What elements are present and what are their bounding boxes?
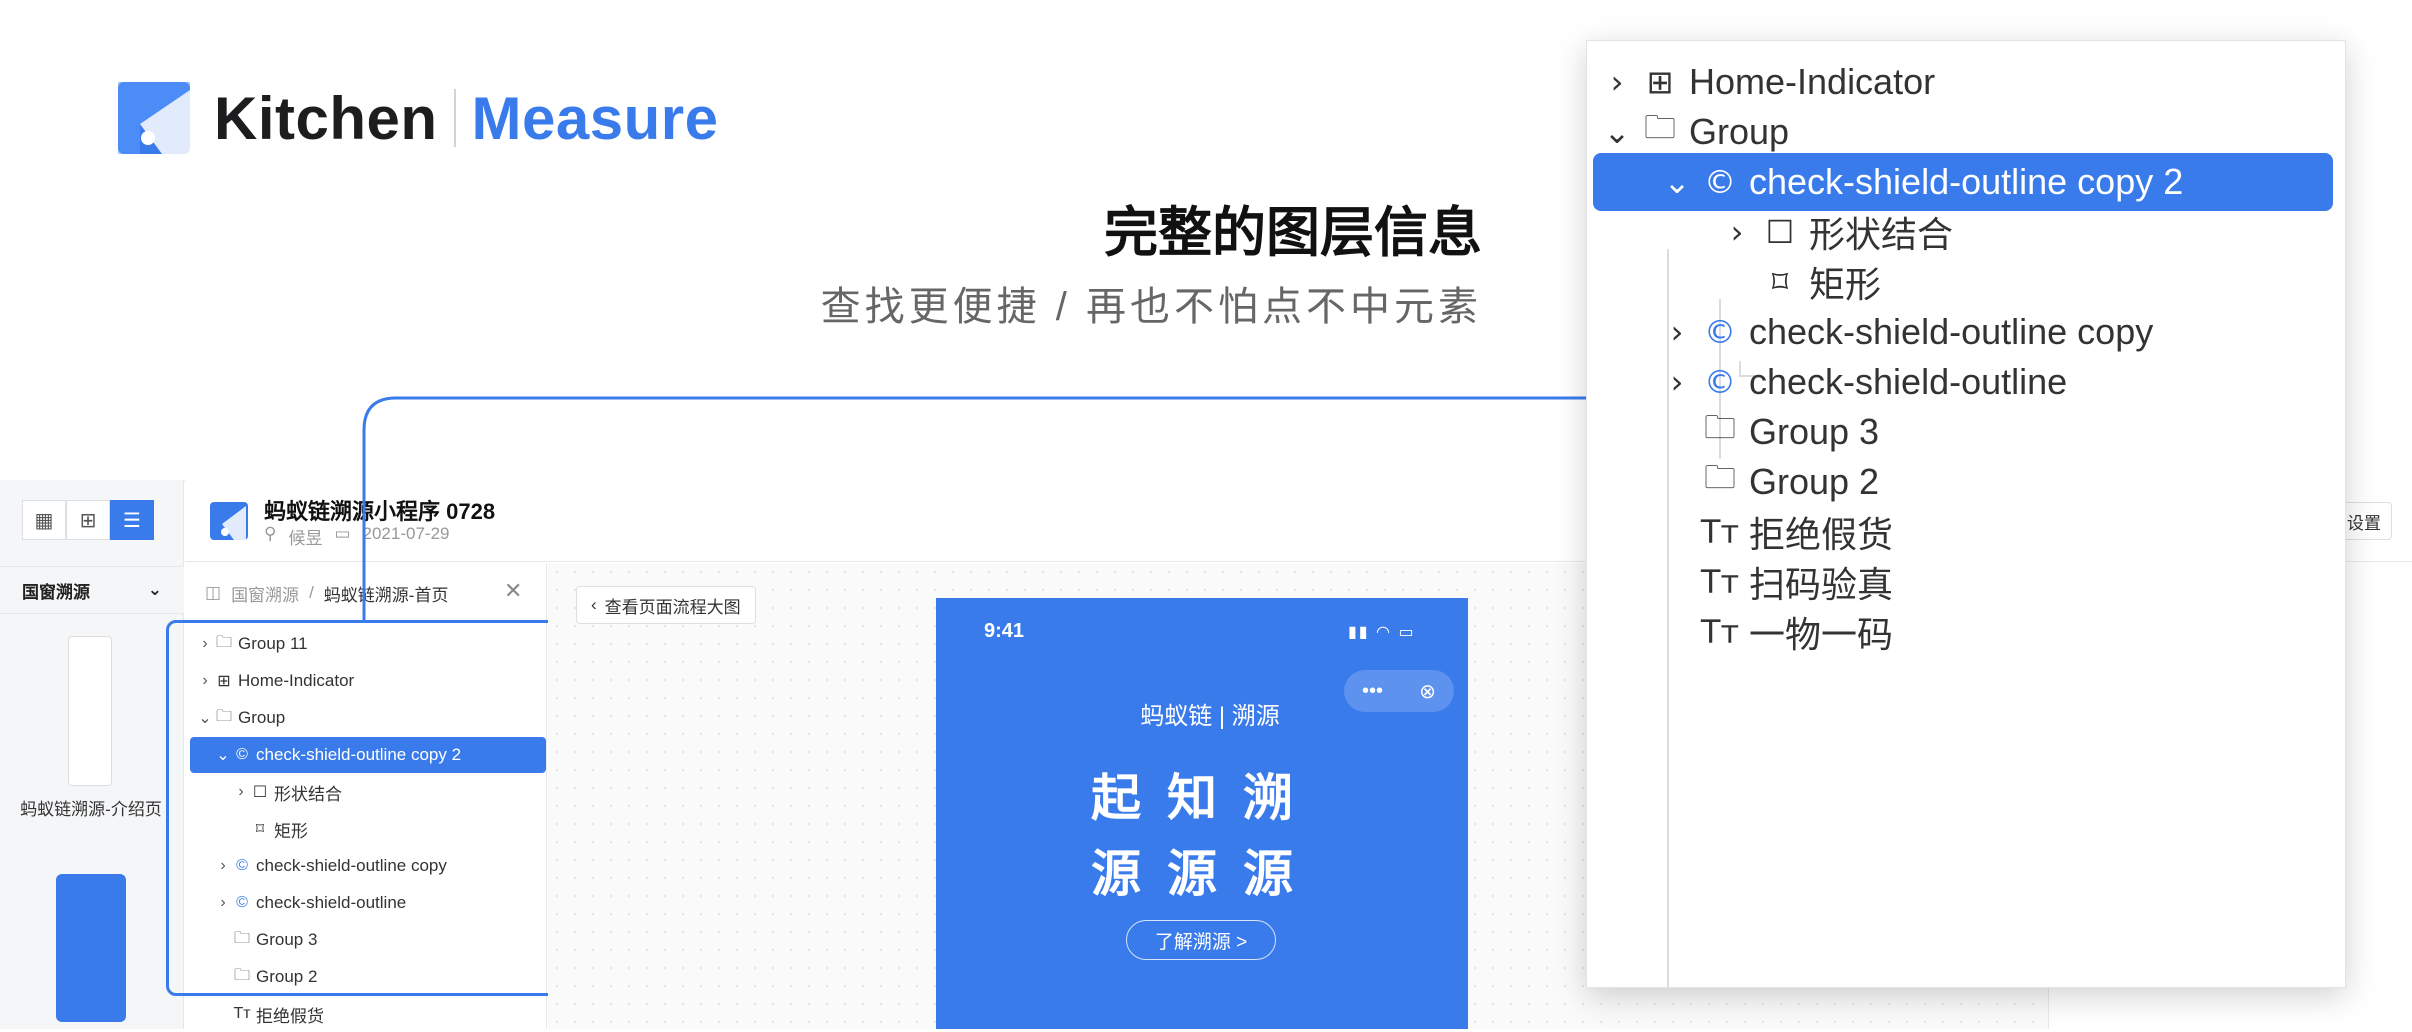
tree-row-label: check-shield-outline copy 2 (1749, 161, 2184, 202)
breadcrumb-current: 蚂蚁链溯源-首页 (323, 585, 449, 605)
chevron-down-icon: ⌄ (147, 580, 162, 599)
square-icon: ☐ (1765, 213, 1795, 251)
slogan-line-2: 源源源 (1091, 846, 1319, 902)
tree-row-label: check-shield-outline (1749, 361, 2068, 402)
calendar-icon: ▭ (334, 524, 351, 543)
tree-row-label: 扫码验真 (1749, 564, 1894, 605)
chevron-right-icon[interactable]: › (1657, 313, 1697, 351)
text-icon: Tт (1700, 613, 1740, 651)
symbol-icon: © (1704, 313, 1736, 351)
phone-slogan: 起知溯 源源源 (1070, 760, 1340, 912)
flow-diagram-label: 查看页面流程大图 (604, 597, 741, 617)
text-icon: Tт (1700, 563, 1740, 601)
tree-row[interactable]: Tт 扫码验真 (1587, 557, 2347, 607)
project-meta: ⚲ 候昱 ▭ 2021-07-29 (264, 524, 449, 549)
chevron-right-icon[interactable]: › (1657, 363, 1697, 401)
component-icon: ⊞ (1646, 63, 1674, 101)
tree-row-label: 形状结合 (1809, 214, 1954, 255)
text-icon: Tт (233, 1005, 251, 1022)
close-icon[interactable]: ✕ (504, 578, 522, 604)
chevron-right-icon[interactable]: › (1597, 63, 1637, 101)
list-view-icon[interactable]: ☰ (110, 500, 154, 540)
tree-row[interactable]: Tт 拒绝假货 (1587, 507, 2347, 557)
view-toggle: ▦ ⊞ ☰ (22, 500, 154, 540)
tree-row-label: 拒绝假货 (1749, 514, 1894, 555)
rect-icon: ⌑ (1771, 263, 1789, 301)
flow-diagram-button[interactable]: ‹ 查看页面流程大图 (576, 586, 756, 624)
phone-time: 9:41 (984, 620, 1025, 642)
chevron-right-icon[interactable]: › (1717, 213, 1757, 251)
highlight-frame (166, 620, 562, 996)
tree-row-label: 一物一码 (1749, 614, 1894, 655)
tree-row-label: Group 2 (1749, 461, 1880, 502)
folder-icon: 🗀 (1703, 458, 1736, 496)
tree-row[interactable]: › © check-shield-outline copy (1587, 307, 2347, 357)
hero-title: 完整的图层信息 (1104, 203, 1482, 263)
project-author: 候昱 (288, 529, 323, 548)
phone-brand: 蚂蚁链 | 溯源 (1140, 703, 1280, 730)
tree-row-label: Group 3 (1749, 411, 1880, 452)
tree-row[interactable]: › ☐ 形状结合 (1587, 207, 2347, 257)
kitchen-logo-icon (118, 82, 190, 154)
learn-more-button[interactable]: 了解溯源 > (1126, 920, 1276, 960)
table-view-icon[interactable]: ▦ (22, 500, 66, 540)
brand-wordmark: Kitchen Measure (214, 80, 719, 156)
symbol-icon: © (1704, 163, 1736, 201)
chevron-left-icon: ‹ (591, 595, 597, 614)
tree-row[interactable]: › © check-shield-outline (1587, 357, 2347, 407)
miniapp-capsule[interactable]: ••• ⊗ (1344, 670, 1454, 712)
chevron-down-icon[interactable]: ⌄ (1657, 163, 1697, 201)
slogan-line-1: 起知溯 (1091, 770, 1319, 826)
text-icon: Tт (1700, 513, 1740, 551)
tree-row-label: Home-Indicator (1689, 61, 1936, 102)
tree-row-label: 拒绝假货 (256, 1006, 324, 1026)
project-logo-icon (210, 502, 248, 540)
layer-tree-callout: › ⊞ Home-Indicator ⌄ 🗀 Group ⌄ © check-shield-ou… (1586, 40, 2346, 988)
tree-row[interactable]: Tт 一物一码 (1587, 607, 2347, 657)
more-icon[interactable]: ••• (1362, 680, 1383, 703)
breadcrumb-separator: / (309, 583, 314, 602)
page-thumbnail[interactable] (68, 636, 112, 786)
close-circle-icon[interactable]: ⊗ (1419, 679, 1436, 704)
tree-row-label: check-shield-outline copy (1749, 311, 2154, 352)
symbol-icon: © (1704, 363, 1736, 401)
tree-row-label: 矩形 (1809, 264, 1882, 305)
folder-icon: 🗀 (1703, 408, 1736, 446)
page-thumbnail-caption: 蚂蚁链溯源-介绍页 (20, 800, 162, 819)
breadcrumb: ◫ 国窗溯源 / 蚂蚁链溯源-首页 (185, 563, 547, 623)
author-icon: ⚲ (264, 524, 277, 543)
group-select-value: 国窗溯源 (22, 582, 90, 602)
project-title: 蚂蚁链溯源小程序 0728 (264, 499, 496, 524)
folder-icon: 🗀 (1643, 108, 1676, 146)
brand-product: Measure (471, 84, 719, 152)
brand-divider (453, 89, 456, 147)
project-date: 2021-07-29 (362, 524, 450, 543)
chevron-down-icon[interactable]: ⌄ (1597, 113, 1637, 151)
group-select[interactable]: 国窗溯源 ⌄ (0, 566, 184, 614)
tree-row-label: Group (1689, 111, 1790, 152)
tree-row[interactable]: › ⊞ Home-Indicator (1587, 57, 2347, 107)
hero-subtitle: 查找更便捷 / 再也不怕点不中元素 (820, 285, 1482, 329)
breadcrumb-parent[interactable]: 国窗溯源 (231, 581, 299, 606)
tree-row[interactable]: ⌄ 🗀 Group (1587, 107, 2347, 157)
tree-row[interactable]: ⌄ © check-shield-outline copy 2 (1593, 153, 2333, 211)
panel-icon: ◫ (205, 583, 222, 602)
tree-row[interactable]: 🗀 Group 2 (1587, 457, 2347, 507)
page-thumbnail-active[interactable] (56, 874, 126, 1022)
grid-view-icon[interactable]: ⊞ (66, 500, 110, 540)
tree-row[interactable]: ⌑ 矩形 (1587, 257, 2347, 307)
status-bar-icons: ▮▮ ◠ ▭ (1348, 624, 1416, 641)
tree-row[interactable]: 🗀 Group 3 (1587, 407, 2347, 457)
tree-row[interactable]: Tт 拒绝假货 (190, 996, 546, 1032)
brand-name: Kitchen (214, 84, 438, 152)
